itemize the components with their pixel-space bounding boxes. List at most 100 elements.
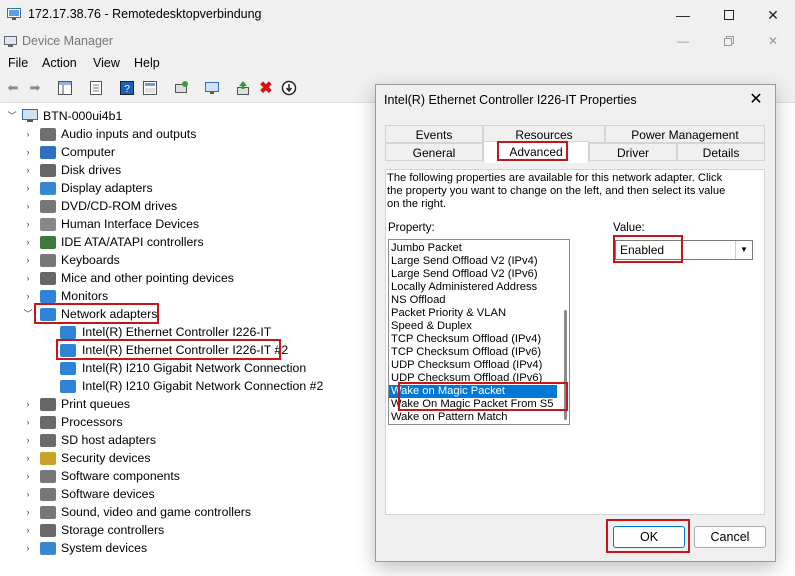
ok-button[interactable]: OK: [613, 526, 685, 548]
tree-device-2[interactable]: Intel(R) Ethernet Controller I226-IT #2: [56, 341, 288, 359]
property-item[interactable]: TCP Checksum Offload (IPv4): [389, 333, 557, 346]
property-list[interactable]: Jumbo Packet Large Send Offload V2 (IPv4)…: [388, 239, 570, 425]
tree-category-storage-controllers[interactable]: › Storage controllers: [22, 521, 165, 539]
tree-category-keyboards[interactable]: › Keyboards: [22, 251, 120, 269]
tree-device-4[interactable]: Intel(R) I210 Gigabit Network Connection…: [56, 377, 323, 395]
chevron-right-icon[interactable]: ›: [22, 143, 34, 161]
tree-category-computer[interactable]: › Computer: [22, 143, 116, 161]
properties-view-button[interactable]: [55, 78, 75, 98]
tree-category-human-interface-devices[interactable]: › Human Interface Devices: [22, 215, 200, 233]
human-interface-devices-icon: [40, 217, 56, 231]
scan-hardware-button[interactable]: [171, 78, 191, 98]
disable-device-button[interactable]: [279, 78, 299, 98]
chevron-right-icon[interactable]: ›: [22, 467, 34, 485]
tree-category-monitors[interactable]: › Monitors: [22, 287, 109, 305]
property-item[interactable]: Packet Priority & VLAN: [389, 307, 557, 320]
property-item[interactable]: Wake On Magic Packet From S5: [389, 398, 557, 411]
property-item[interactable]: UDP Checksum Offload (IPv4): [389, 359, 557, 372]
dm-close-button[interactable]: ✕: [751, 30, 795, 52]
chevron-right-icon[interactable]: ›: [22, 215, 34, 233]
tree-category-software-components[interactable]: › Software components: [22, 467, 180, 485]
network-adapter-icon: [60, 343, 76, 357]
chevron-right-icon[interactable]: ›: [22, 503, 34, 521]
chevron-down-icon[interactable]: ﹀: [22, 305, 34, 323]
menu-file[interactable]: File: [8, 56, 28, 70]
tree-category-mice-and-other-pointing-devices[interactable]: › Mice and other pointing devices: [22, 269, 234, 287]
chevron-right-icon[interactable]: ›: [22, 449, 34, 467]
property-item[interactable]: Speed & Duplex: [389, 320, 557, 333]
forward-button[interactable]: ➡: [25, 78, 45, 98]
tree-category-dvd-cd-rom-drives[interactable]: › DVD/CD-ROM drives: [22, 197, 178, 215]
property-item[interactable]: Wake on Magic Packet: [389, 385, 557, 398]
chevron-right-icon[interactable]: ›: [22, 197, 34, 215]
tab-general[interactable]: General: [385, 143, 483, 161]
property-item[interactable]: Wake on Pattern Match: [389, 411, 557, 424]
menu-view[interactable]: View: [93, 56, 120, 70]
tab-advanced[interactable]: Advanced: [483, 141, 589, 163]
uninstall-button[interactable]: ✖: [256, 78, 276, 98]
chevron-right-icon[interactable]: ›: [22, 269, 34, 287]
tree-category-network-adapters[interactable]: ﹀ Network adapters: [22, 305, 157, 323]
tree-category-display-adapters[interactable]: › Display adapters: [22, 179, 153, 197]
maximize-button[interactable]: [707, 0, 751, 30]
update-driver-button[interactable]: [233, 78, 253, 98]
tree-device-3[interactable]: Intel(R) I210 Gigabit Network Connection: [56, 359, 306, 377]
dm-minimize-button[interactable]: —: [661, 30, 705, 52]
property-list-scrollbar[interactable]: [564, 310, 567, 420]
tree-category-print-queues[interactable]: › Print queues: [22, 395, 131, 413]
tab-power-management[interactable]: Power Management: [605, 125, 765, 143]
chevron-right-icon[interactable]: ›: [22, 125, 34, 143]
tree-category-processors[interactable]: › Processors: [22, 413, 123, 431]
tree-category-label: Monitors: [61, 289, 109, 303]
tree-category-label: Storage controllers: [61, 523, 165, 537]
property-item[interactable]: NS Offload: [389, 294, 557, 307]
tree-root[interactable]: ﹀ BTN-000ui4b1: [6, 107, 122, 125]
chevron-right-icon[interactable]: ›: [22, 233, 34, 251]
property-item[interactable]: Jumbo Packet: [389, 242, 557, 255]
close-icon: ✕: [767, 34, 779, 48]
back-button[interactable]: ⬅: [3, 78, 23, 98]
tab-details[interactable]: Details: [677, 143, 765, 161]
help-button[interactable]: ?: [117, 78, 137, 98]
tree-device-1[interactable]: Intel(R) Ethernet Controller I226-IT: [56, 323, 271, 341]
tree-category-label: Computer: [61, 145, 115, 159]
value-dropdown[interactable]: Enabled ▼: [615, 240, 753, 260]
property-item[interactable]: UDP Checksum Offload (IPv6): [389, 372, 557, 385]
property-item[interactable]: Large Send Offload V2 (IPv4): [389, 255, 557, 268]
tab-driver[interactable]: Driver: [589, 143, 677, 161]
tree-category-system-devices[interactable]: › System devices: [22, 539, 148, 557]
menu-action[interactable]: Action: [42, 56, 77, 70]
view-button[interactable]: [140, 78, 160, 98]
property-item[interactable]: Large Send Offload V2 (IPv6): [389, 268, 557, 281]
tree-category-disk-drives[interactable]: › Disk drives: [22, 161, 122, 179]
chevron-right-icon[interactable]: ›: [22, 431, 34, 449]
chevron-right-icon[interactable]: ›: [22, 161, 34, 179]
chevron-right-icon[interactable]: ›: [22, 395, 34, 413]
minimize-icon: —: [676, 7, 690, 23]
dialog-close-button[interactable]: ✕: [741, 87, 771, 111]
tree-category-sd-host-adapters[interactable]: › SD host adapters: [22, 431, 157, 449]
chevron-right-icon[interactable]: ›: [22, 521, 34, 539]
tree-category-audio-inputs-and-outputs[interactable]: › Audio inputs and outputs: [22, 125, 197, 143]
chevron-right-icon[interactable]: ›: [22, 179, 34, 197]
dm-restore-button[interactable]: [707, 30, 751, 52]
cancel-button[interactable]: Cancel: [694, 526, 766, 548]
close-button[interactable]: ✕: [751, 0, 795, 30]
chevron-right-icon[interactable]: ›: [22, 287, 34, 305]
chevron-right-icon[interactable]: ›: [22, 485, 34, 503]
tree-category-sound-video-and-game-controllers[interactable]: › Sound, video and game controllers: [22, 503, 252, 521]
display-button[interactable]: [202, 78, 222, 98]
tree-category-software-devices[interactable]: › Software devices: [22, 485, 155, 503]
properties-button[interactable]: [86, 78, 106, 98]
minimize-button[interactable]: —: [661, 0, 705, 30]
property-item[interactable]: TCP Checksum Offload (IPv6): [389, 346, 557, 359]
tree-category-security-devices[interactable]: › Security devices: [22, 449, 151, 467]
property-item[interactable]: Locally Administered Address: [389, 281, 557, 294]
chevron-right-icon[interactable]: ›: [22, 251, 34, 269]
menu-help[interactable]: Help: [134, 56, 160, 70]
tab-events[interactable]: Events: [385, 125, 483, 143]
restore-icon: [724, 36, 734, 46]
chevron-right-icon[interactable]: ›: [22, 539, 34, 557]
tree-category-ide-ata-atapi-controllers[interactable]: › IDE ATA/ATAPI controllers: [22, 233, 204, 251]
chevron-right-icon[interactable]: ›: [22, 413, 34, 431]
